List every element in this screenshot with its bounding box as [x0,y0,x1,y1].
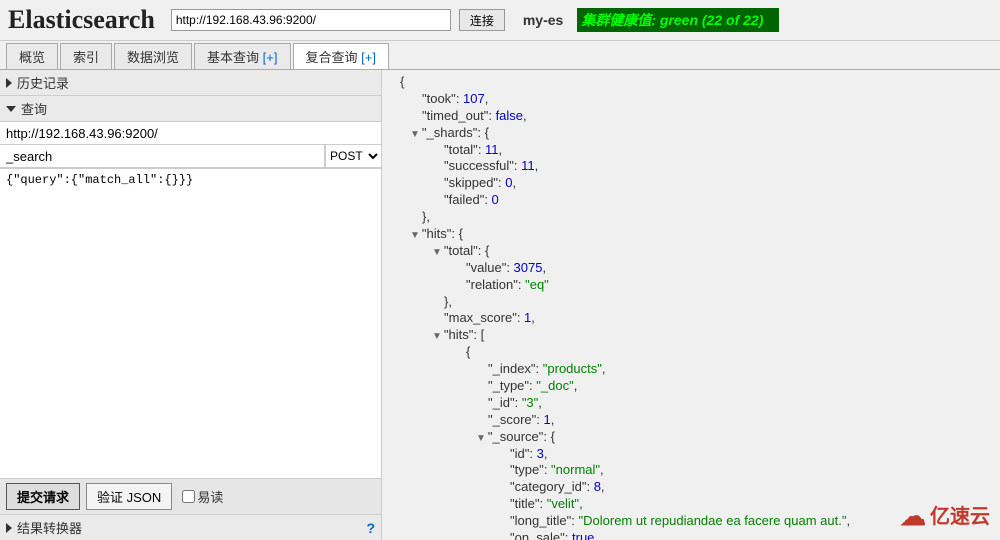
tab-2[interactable]: 数据浏览 [114,43,192,69]
host-input[interactable] [0,122,381,144]
query-panel: 历史记录 查询 POST {"query":{"match_all":{}}} … [0,70,382,540]
json-line: ▼"_source": { [392,429,990,446]
json-line: }, [392,294,990,311]
json-line: "successful": 11, [392,158,990,175]
button-row: 提交请求 验证 JSON 易读 [0,478,381,514]
easyread-checkbox-input[interactable] [182,490,195,503]
tab-bar: 概览索引数据浏览基本查询 [+]复合查询 [+] [0,41,1000,70]
json-line: "total": 11, [392,142,990,159]
path-input[interactable] [0,145,325,167]
connect-button[interactable]: 连接 [459,9,505,31]
collapse-toggle-icon[interactable]: ▼ [432,331,442,342]
json-line: { [392,344,990,361]
json-line: "_index": "products", [392,361,990,378]
json-line: ▼"hits": [ [392,327,990,344]
help-icon[interactable]: ? [366,520,375,536]
method-select[interactable]: POST [325,145,381,167]
json-line: "category_id": 8, [392,479,990,496]
json-line: }, [392,209,990,226]
tab-4[interactable]: 复合查询 [+] [293,43,389,69]
app-title: Elasticsearch [8,5,155,35]
result-transformer-header[interactable]: 结果转换器 ? [0,514,381,540]
validate-json-button[interactable]: 验证 JSON [86,483,172,510]
top-bar: Elasticsearch 连接 my-es 集群健康值: green (22 … [0,0,1000,41]
json-line: "_id": "3", [392,395,990,412]
query-body-textarea[interactable]: {"query":{"match_all":{}}} [0,169,381,463]
json-line: ▼"total": { [392,243,990,260]
collapse-toggle-icon[interactable]: ▼ [410,230,420,241]
tab-0[interactable]: 概览 [6,43,58,69]
json-line: "max_score": 1, [392,310,990,327]
json-line: "id": 3, [392,446,990,463]
watermark-logo: ☁ 亿速云 [900,500,990,534]
cloud-icon: ☁ [900,500,926,534]
collapse-toggle-icon[interactable]: ▼ [410,129,420,140]
collapse-toggle-icon[interactable]: ▼ [432,247,442,258]
history-header[interactable]: 历史记录 [0,70,381,96]
chevron-right-icon [6,78,12,88]
query-header[interactable]: 查询 [0,96,381,122]
json-line: "relation": "eq" [392,277,990,294]
json-line: ▼"hits": { [392,226,990,243]
cluster-url-input[interactable] [171,9,451,31]
json-line: "failed": 0 [392,192,990,209]
json-line: "took": 107, [392,91,990,108]
cluster-health-badge: 集群健康值: green (22 of 22) [577,8,779,32]
tab-1[interactable]: 索引 [60,43,112,69]
json-line: "type": "normal", [392,462,990,479]
history-label: 历史记录 [17,73,69,92]
query-label: 查询 [21,99,47,118]
submit-button[interactable]: 提交请求 [6,483,80,510]
response-panel[interactable]: {"took": 107,"timed_out": false,▼"_shard… [382,70,1000,540]
json-line: "skipped": 0, [392,175,990,192]
json-line: "_type": "_doc", [392,378,990,395]
easyread-checkbox[interactable]: 易读 [182,487,223,506]
chevron-right-icon [6,523,12,533]
collapse-toggle-icon[interactable]: ▼ [476,433,486,444]
cluster-name: my-es [523,12,563,28]
tab-3[interactable]: 基本查询 [+] [194,43,290,69]
json-line: ▼"_shards": { [392,125,990,142]
json-line: { [392,74,990,91]
chevron-down-icon [6,106,16,112]
json-line: "_score": 1, [392,412,990,429]
json-line: "timed_out": false, [392,108,990,125]
json-line: "value": 3075, [392,260,990,277]
